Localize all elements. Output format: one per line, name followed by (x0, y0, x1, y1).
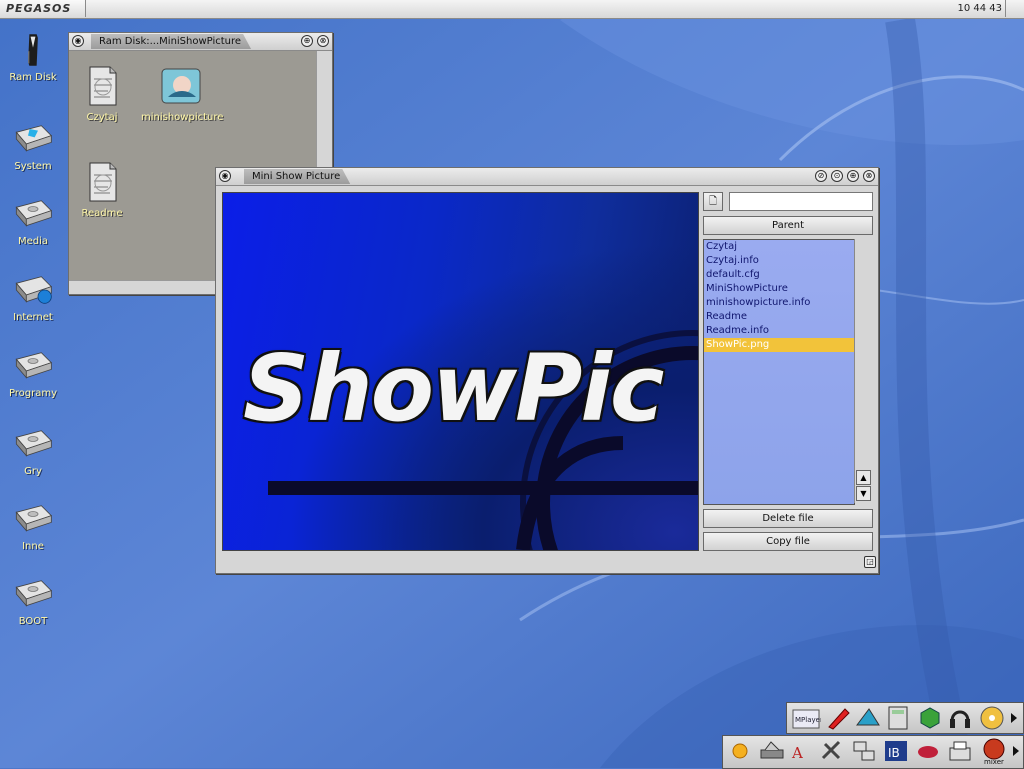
file-icon-readme[interactable]: Readme (77, 161, 127, 219)
list-item-selected[interactable]: ShowPic.png (704, 338, 854, 352)
mixer-icon[interactable]: mixer (979, 738, 1009, 766)
list-item[interactable]: MiniShowPicture (704, 282, 854, 296)
text-icon[interactable]: A (789, 738, 815, 764)
dock-expand-arrow-icon[interactable] (1009, 705, 1019, 731)
file-icon-label: Czytaj (86, 112, 118, 123)
jump-gadget-icon[interactable]: ⊕ (847, 170, 859, 182)
calculator-icon[interactable] (885, 705, 911, 731)
mixer-label: mixer (984, 758, 1004, 766)
page-icon-button[interactable]: 🗋 (703, 192, 723, 211)
list-item[interactable]: minishowpicture.info (704, 296, 854, 310)
list-item[interactable]: Readme (704, 310, 854, 324)
file-icon-label: minishowpicture (141, 112, 224, 123)
desktop-icon-label: System (14, 161, 52, 172)
file-icon-minishowpicture[interactable]: minishowpicture (141, 65, 224, 123)
file-icon-czytaj[interactable]: Czytaj (77, 65, 127, 123)
document-icon (89, 162, 117, 202)
window-title: Mini Show Picture (244, 169, 350, 184)
desktop-icon-gry[interactable]: Gry (1, 427, 65, 477)
picture-app-icon (161, 68, 201, 104)
depth-gadget-icon[interactable]: ⊗ (317, 35, 329, 47)
desktop-icon-boot[interactable]: BOOT (1, 577, 65, 627)
ram-disk-icon (28, 34, 38, 66)
screen-title-bar[interactable]: PEGASOS 10 44 43 (0, 0, 1024, 19)
depth-gadget-icon[interactable]: ⊗ (863, 170, 875, 182)
network-icon[interactable] (851, 738, 877, 764)
desktop-icon-ram-disk[interactable]: Ram Disk (1, 33, 65, 83)
desktop-icon-label: Internet (13, 312, 53, 323)
drive-icon (15, 125, 53, 152)
desktop-icon-media[interactable]: Media (1, 197, 65, 247)
svg-text:A: A (791, 744, 803, 762)
desktop-icon-programy[interactable]: Programy (1, 349, 65, 399)
drive-globe-icon (15, 276, 53, 304)
svg-text:MPlayer: MPlayer (795, 716, 821, 724)
dock-top[interactable]: MPlayer (786, 702, 1024, 734)
desktop-icon-label: Programy (8, 388, 58, 399)
copy-file-button[interactable]: Copy file (703, 532, 873, 551)
drive-icon (15, 430, 53, 457)
ib-icon[interactable]: IB (883, 738, 909, 764)
screen-depth-gadget[interactable] (1005, 0, 1024, 17)
list-item[interactable]: Czytaj.info (704, 254, 854, 268)
ramdisk-titlebar[interactable]: ◉ Ram Disk:...MiniShowPicture ⊕ ⊗ (69, 33, 332, 51)
desktop-icon-label: Gry (24, 466, 42, 477)
showpic-logo-text: ShowPic (243, 335, 664, 442)
list-item[interactable]: Czytaj (704, 240, 854, 254)
fish-icon[interactable] (915, 738, 941, 764)
clock: 10 44 43 (957, 3, 1002, 14)
desktop-icon-system[interactable]: System (1, 122, 65, 172)
pen-icon[interactable] (825, 705, 851, 731)
brand-logo[interactable]: PEGASOS (0, 0, 86, 17)
desktop-icon-label: Ram Disk (9, 72, 57, 83)
window-title: Ram Disk:...MiniShowPicture (91, 34, 251, 49)
close-gadget-icon[interactable]: ◉ (72, 35, 84, 47)
tools-icon[interactable] (819, 738, 845, 764)
desktop-icon-label: Media (17, 236, 49, 247)
cd-icon[interactable] (979, 705, 1005, 731)
mplayer-icon[interactable]: MPlayer (791, 705, 823, 731)
desktop-icon-label: Inne (22, 541, 44, 552)
svg-text:IB: IB (888, 746, 900, 760)
cube-icon[interactable] (917, 705, 943, 731)
document-icon (89, 66, 117, 106)
file-icon-label: Readme (81, 208, 123, 219)
dock-bottom[interactable]: A IB mixer (722, 735, 1024, 769)
list-item[interactable]: Readme.info (704, 324, 854, 338)
sun-icon[interactable] (727, 738, 753, 764)
scroll-down-icon[interactable]: ▼ (856, 486, 871, 501)
showpic-window[interactable]: ◉ Mini Show Picture ⊘ ⊙ ⊕ ⊗ ShowPic 🗋 Pa… (215, 167, 879, 574)
list-item[interactable]: default.cfg (704, 268, 854, 282)
desktop-icon-label: BOOT (18, 616, 48, 627)
iconify-gadget-icon[interactable]: ⊘ (815, 170, 827, 182)
file-list-scrollbar[interactable]: ▲ ▼ (854, 239, 872, 503)
showpic-titlebar[interactable]: ◉ Mini Show Picture ⊘ ⊙ ⊕ ⊗ (216, 168, 878, 186)
headphones-icon[interactable] (947, 705, 973, 731)
parent-button[interactable]: Parent (703, 216, 873, 235)
path-input[interactable] (729, 192, 873, 211)
fax-icon[interactable] (947, 738, 973, 764)
iconify-gadget-icon[interactable]: ⊕ (301, 35, 313, 47)
close-gadget-icon[interactable]: ◉ (219, 170, 231, 182)
drive-icon (15, 580, 53, 607)
delete-file-button[interactable]: Delete file (703, 509, 873, 528)
image-viewer[interactable]: ShowPic (222, 192, 699, 551)
drive-icon (15, 200, 53, 227)
drive-icon (15, 505, 53, 532)
file-list[interactable]: Czytaj Czytaj.info default.cfg MiniShowP… (703, 239, 855, 505)
drive-icon (15, 352, 53, 379)
scanner-icon[interactable] (759, 738, 785, 764)
scroll-up-icon[interactable]: ▲ (856, 470, 871, 485)
resize-gadget-icon[interactable]: ◲ (864, 556, 876, 568)
paint-icon[interactable] (855, 705, 881, 731)
dock-expand-arrow-icon[interactable] (1011, 738, 1021, 764)
desktop-icon-inne[interactable]: Inne (1, 502, 65, 552)
desktop-icon-internet[interactable]: Internet (1, 273, 65, 323)
zoom-gadget-icon[interactable]: ⊙ (831, 170, 843, 182)
